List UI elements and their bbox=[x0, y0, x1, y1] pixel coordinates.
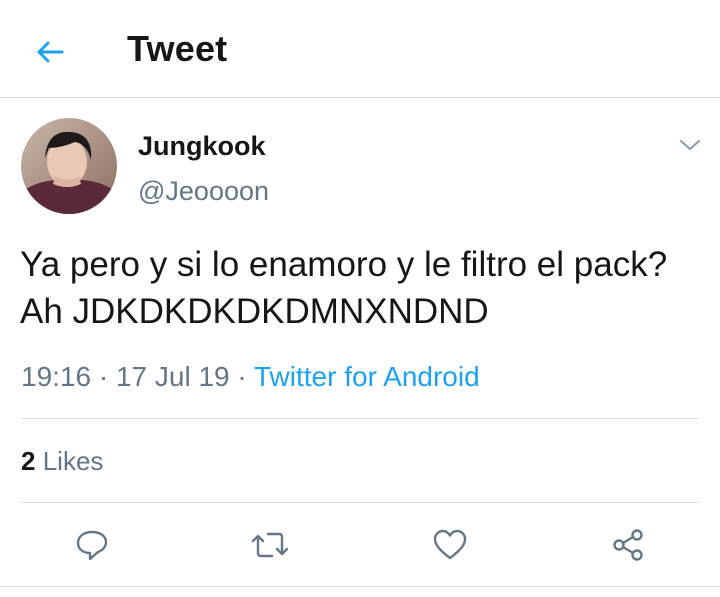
meta-separator: · bbox=[98, 361, 109, 392]
retweet-icon bbox=[251, 532, 289, 558]
share-icon bbox=[613, 529, 643, 561]
divider bbox=[21, 502, 699, 503]
user-handle[interactable]: @Jeoooon bbox=[138, 176, 269, 207]
avatar-image bbox=[21, 118, 117, 214]
tweet-source-link[interactable]: Twitter for Android bbox=[254, 361, 480, 392]
reply-button[interactable] bbox=[70, 523, 114, 567]
reply-bubble-icon bbox=[76, 530, 108, 561]
arrow-left-icon bbox=[37, 41, 64, 63]
tweet-date: 17 Jul 19 bbox=[115, 361, 230, 392]
likes-label: Likes bbox=[42, 446, 104, 476]
tweet-time: 19:16 bbox=[21, 361, 92, 392]
page-title: Tweet bbox=[127, 28, 228, 69]
back-button[interactable] bbox=[30, 32, 70, 72]
chevron-down-icon bbox=[680, 140, 700, 150]
share-button[interactable] bbox=[606, 523, 650, 567]
display-name[interactable]: Jungkook bbox=[138, 131, 266, 162]
header-bar: Tweet bbox=[0, 0, 720, 98]
likes-summary[interactable]: 2 Likes bbox=[21, 446, 103, 477]
tweet-meta: 19:16 · 17 Jul 19 · Twitter for Android bbox=[21, 361, 480, 393]
heart-icon bbox=[433, 529, 467, 560]
divider bbox=[21, 418, 699, 419]
retweet-button[interactable] bbox=[248, 523, 292, 567]
divider bbox=[0, 586, 720, 587]
tweet-text: Ya pero y si lo enamoro y le filtro el p… bbox=[20, 245, 668, 331]
like-button[interactable] bbox=[428, 523, 472, 567]
meta-separator: · bbox=[237, 361, 247, 392]
tweet-actions bbox=[0, 515, 720, 575]
avatar[interactable] bbox=[21, 118, 117, 214]
likes-count: 2 bbox=[21, 446, 36, 476]
tweet-menu-button[interactable] bbox=[675, 132, 705, 158]
